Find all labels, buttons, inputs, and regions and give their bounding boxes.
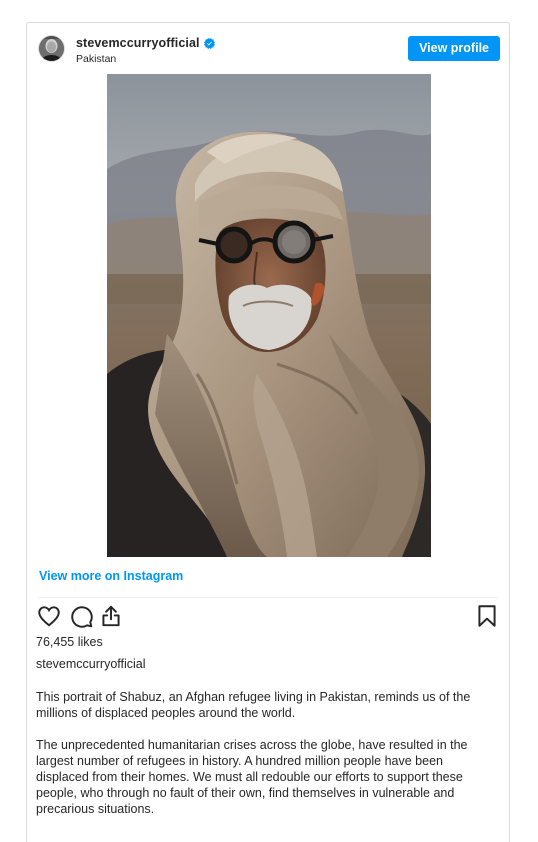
action-bar [36, 603, 500, 629]
divider [38, 597, 498, 598]
username[interactable]: stevemccurryofficial [76, 36, 200, 50]
caption-paragraph: This portrait of Shabuz, an Afghan refug… [36, 690, 471, 720]
post-caption: This portrait of Shabuz, an Afghan refug… [36, 689, 488, 833]
bookmark-icon[interactable] [474, 603, 500, 629]
post-header: stevemccurryofficial Pakistan View profi… [27, 23, 509, 75]
profile-avatar[interactable] [39, 36, 64, 61]
avatar-portrait-icon [39, 36, 64, 61]
caption-paragraph: The unprecedented humanitarian crises ac… [36, 738, 468, 816]
heart-icon[interactable] [36, 603, 62, 629]
instagram-embed-card: stevemccurryofficial Pakistan View profi… [26, 22, 510, 842]
likes-count[interactable]: 76,455 likes [36, 635, 103, 649]
view-profile-button[interactable]: View profile [408, 36, 500, 61]
username-row: stevemccurryofficial [76, 35, 215, 51]
share-icon[interactable] [98, 603, 124, 629]
caption-username[interactable]: stevemccurryofficial [36, 657, 146, 671]
post-photo[interactable] [107, 74, 431, 557]
portrait-photo-image [107, 74, 431, 557]
view-more-link[interactable]: View more on Instagram [39, 569, 183, 583]
comment-icon[interactable] [68, 603, 94, 629]
post-location[interactable]: Pakistan [76, 53, 215, 65]
verified-badge-icon [203, 37, 215, 49]
user-block: stevemccurryofficial Pakistan [76, 35, 215, 65]
